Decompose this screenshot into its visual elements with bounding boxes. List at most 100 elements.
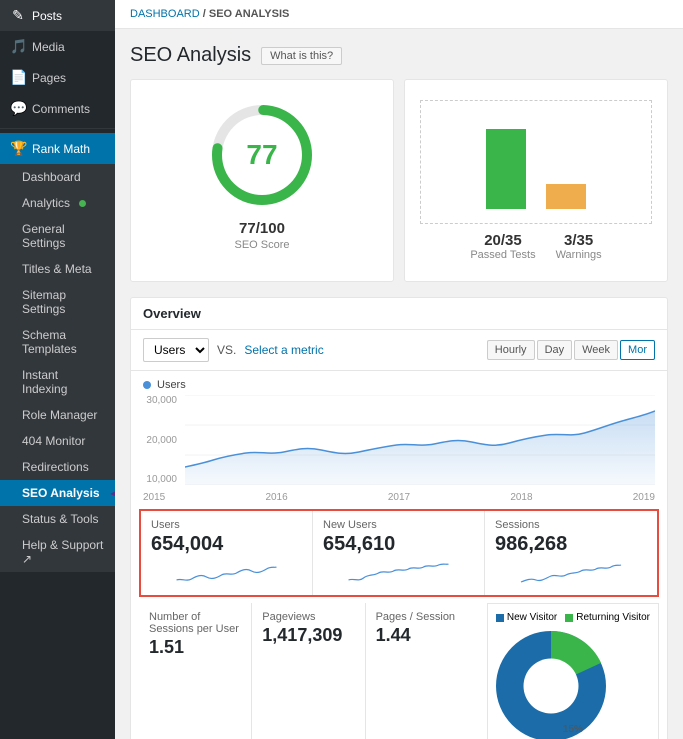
submenu-label: Help & Support ↗ <box>22 538 105 566</box>
period-week[interactable]: Week <box>574 340 618 360</box>
breadcrumb: DASHBOARD / SEO ANALYSIS <box>115 0 683 29</box>
rankmath-icon: 🏆 <box>10 140 26 157</box>
stat-pages-per-session: Pages / Session 1.44 <box>366 603 479 739</box>
highlighted-stats: Users 654,004 New Users 654,610 Sessions… <box>139 509 659 597</box>
chart-area: Users 30,000 20,000 10,000 <box>131 371 667 492</box>
submenu-label: General Settings <box>22 222 105 250</box>
pie-legend: New Visitor Returning Visitor <box>496 612 650 623</box>
warnings-label-group: 3/35 Warnings <box>556 232 602 261</box>
pie-legend-returning: Returning Visitor <box>565 612 650 623</box>
pie-dot-new-visitor <box>496 614 504 622</box>
sidebar-item-pages[interactable]: 📄 Pages <box>0 62 115 93</box>
pageviews-value: 1,417,309 <box>262 625 354 646</box>
pages-per-session-value: 1.44 <box>376 625 469 646</box>
donut-score: 77 <box>246 139 277 171</box>
period-day[interactable]: Day <box>537 340 573 360</box>
legend-dot <box>143 381 151 389</box>
sidebar-item-comments[interactable]: 💬 Comments <box>0 93 115 124</box>
normal-stats: Number of Sessions per User 1.51 Pagevie… <box>139 603 479 739</box>
sidebar-item-404[interactable]: 404 Monitor <box>0 428 115 454</box>
overview-toolbar: Users VS. Select a metric Hourly Day Wee… <box>131 330 667 371</box>
line-chart-svg <box>185 395 655 485</box>
users-sparkline <box>151 560 302 588</box>
submenu-label: Role Manager <box>22 408 97 422</box>
what-is-button[interactable]: What is this? <box>261 47 342 65</box>
overview-header: Overview <box>131 298 667 330</box>
bar-chart: 20/35 Passed Tests 3/35 Warnings <box>420 100 652 261</box>
sidebar-item-general-settings[interactable]: General Settings <box>0 216 115 256</box>
test-results-card: 20/35 Passed Tests 3/35 Warnings <box>404 79 668 282</box>
stat-users-value: 654,004 <box>151 533 302 556</box>
breadcrumb-current: SEO ANALYSIS <box>209 8 290 20</box>
sidebar-item-role-manager[interactable]: Role Manager <box>0 402 115 428</box>
sidebar-item-media[interactable]: 🎵 Media <box>0 31 115 62</box>
sidebar-item-sitemap[interactable]: Sitemap Settings <box>0 282 115 322</box>
x-label-2015: 2015 <box>143 492 165 503</box>
pie-legend-new: New Visitor <box>496 612 557 623</box>
sidebar-item-instant-indexing[interactable]: Instant Indexing <box>0 362 115 402</box>
sidebar-item-status-tools[interactable]: Status & Tools <box>0 506 115 532</box>
sidebar-item-help[interactable]: Help & Support ↗ <box>0 532 115 572</box>
submenu-label: Analytics <box>22 196 70 210</box>
submenu-label: Redirections <box>22 460 89 474</box>
passed-bar-wrap <box>486 129 526 209</box>
select-metric[interactable]: Select a metric <box>244 343 323 357</box>
submenu-label: 404 Monitor <box>22 434 85 448</box>
sidebar-item-seo-analysis[interactable]: SEO Analysis ◀ <box>0 480 115 506</box>
comments-icon: 💬 <box>10 100 26 117</box>
sidebar: ✎ Posts 🎵 Media 📄 Pages 💬 Comments 🏆 Ran… <box>0 0 115 739</box>
passed-label-group: 20/35 Passed Tests <box>470 232 535 261</box>
sidebar-item-titles-meta[interactable]: Titles & Meta <box>0 256 115 282</box>
warnings-sub: Warnings <box>556 249 602 261</box>
sidebar-item-rankmath[interactable]: 🏆 Rank Math <box>0 133 115 164</box>
passed-sub: Passed Tests <box>470 249 535 261</box>
sessions-sparkline <box>495 560 647 588</box>
sidebar-item-redirections[interactable]: Redirections <box>0 454 115 480</box>
passed-bar <box>486 129 526 209</box>
overview-section: Overview Users VS. Select a metric Hourl… <box>130 297 668 739</box>
sidebar-item-analytics[interactable]: Analytics <box>0 190 115 216</box>
sessions-per-user-value: 1.51 <box>149 637 241 658</box>
submenu-label: Schema Templates <box>22 328 105 356</box>
warning-bar-wrap <box>546 184 586 209</box>
stat-sessions-label: Sessions <box>495 519 647 531</box>
submenu-label: SEO Analysis <box>22 486 100 500</box>
legend-label: Users <box>157 379 186 391</box>
submenu-label: Sitemap Settings <box>22 288 105 316</box>
sessions-per-user-label: Number of Sessions per User <box>149 611 241 635</box>
stat-users: Users 654,004 <box>141 511 313 595</box>
warning-bar <box>546 184 586 209</box>
sidebar-item-dashboard[interactable]: Dashboard <box>0 164 115 190</box>
period-buttons: Hourly Day Week Mor <box>487 340 655 360</box>
pageviews-label: Pageviews <box>262 611 354 623</box>
stat-sessions-per-user: Number of Sessions per User 1.51 <box>139 603 252 739</box>
stat-new-users-value: 654,610 <box>323 533 474 556</box>
y-axis-labels: 30,000 20,000 10,000 <box>143 395 181 485</box>
stat-pageviews: Pageviews 1,417,309 <box>252 603 365 739</box>
media-icon: 🎵 <box>10 38 26 55</box>
y-label-30k: 30,000 <box>143 395 177 406</box>
chart-with-y: 30,000 20,000 10,000 <box>143 395 655 488</box>
analytics-dot <box>79 200 86 207</box>
seo-analysis-header: SEO Analysis What is this? <box>130 44 668 67</box>
sidebar-item-label: Posts <box>32 9 62 23</box>
x-label-2017: 2017 <box>388 492 410 503</box>
pie-label-returning: Returning Visitor <box>576 612 650 623</box>
sidebar-item-schema[interactable]: Schema Templates <box>0 322 115 362</box>
score-cards: 77 77/100 SEO Score <box>130 79 668 282</box>
y-label-10k: 10,000 <box>143 474 177 485</box>
metric-select[interactable]: Users <box>143 338 209 362</box>
pie-svg <box>496 631 606 739</box>
breadcrumb-dashboard[interactable]: DASHBOARD <box>130 8 200 20</box>
main-content: DASHBOARD / SEO ANALYSIS SEO Analysis Wh… <box>115 0 683 739</box>
x-label-2018: 2018 <box>510 492 532 503</box>
sidebar-submenu: Dashboard Analytics General Settings Tit… <box>0 164 115 572</box>
period-hourly[interactable]: Hourly <box>487 340 535 360</box>
passed-score: 20/35 <box>484 232 522 249</box>
submenu-label: Status & Tools <box>22 512 99 526</box>
stat-sessions: Sessions 986,268 <box>485 511 657 595</box>
sidebar-item-label: Comments <box>32 102 90 116</box>
period-more[interactable]: Mor <box>620 340 655 360</box>
sidebar-item-posts[interactable]: ✎ Posts <box>0 0 115 31</box>
bar-labels: 20/35 Passed Tests 3/35 Warnings <box>420 232 652 261</box>
